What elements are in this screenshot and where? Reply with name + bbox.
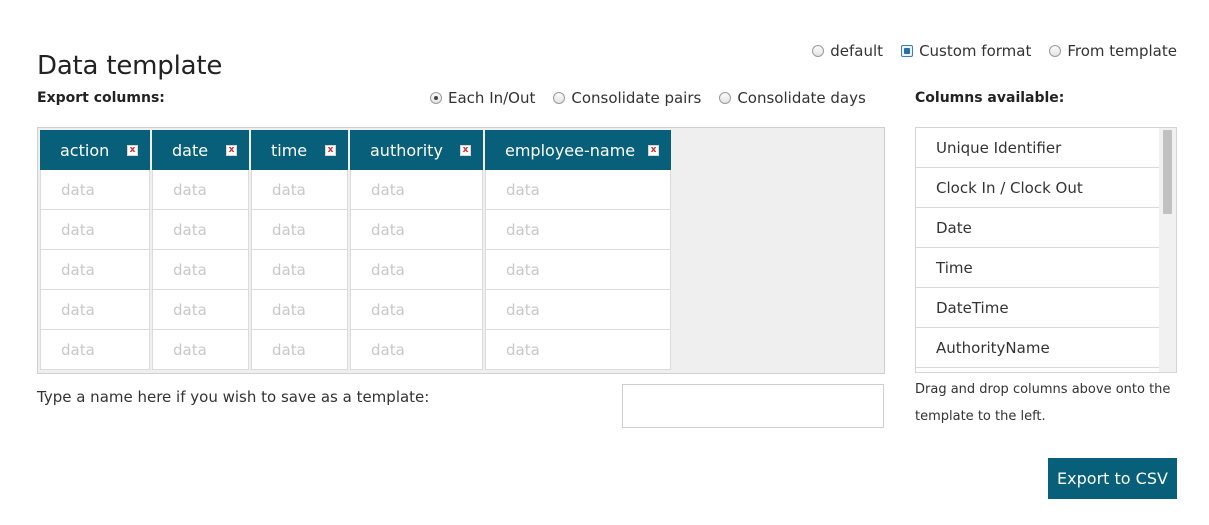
radio-button[interactable] — [812, 45, 825, 57]
drag-drop-hint: Drag and drop columns above onto the tem… — [915, 382, 1171, 424]
available-column-item[interactable]: DateTime — [916, 288, 1160, 328]
template-cell: data — [40, 210, 150, 250]
format-radio-group: default Custom format From template — [812, 42, 1177, 60]
radio-label: default — [830, 42, 884, 60]
radio-button[interactable] — [719, 92, 732, 104]
template-cell: data — [485, 290, 671, 330]
template-cell: data — [485, 250, 671, 290]
template-cell: data — [251, 250, 348, 290]
template-cell: data — [152, 330, 249, 370]
radio-button[interactable] — [430, 92, 442, 104]
mode-option-each-in-out[interactable]: Each In/Out — [430, 89, 535, 107]
template-cell: data — [152, 290, 249, 330]
format-option-default[interactable]: default — [812, 42, 883, 60]
remove-column-icon[interactable]: x — [127, 145, 138, 156]
export-mode-radio-group: Each In/Out Consolidate pairs Consolidat… — [430, 89, 866, 107]
template-column-date[interactable]: date x data data data data data — [152, 130, 251, 370]
template-cell: data — [40, 330, 150, 370]
template-column-employee-name[interactable]: employee-name x data data data data data — [485, 130, 671, 370]
export-csv-button[interactable]: Export to CSV — [1048, 458, 1177, 499]
template-cell: data — [485, 330, 671, 370]
available-column-item[interactable]: Unique Identifier — [916, 128, 1160, 168]
template-name-input[interactable] — [622, 384, 884, 428]
scrollbar-thumb[interactable] — [1163, 130, 1172, 214]
radio-button[interactable] — [553, 92, 566, 104]
column-header-label: time — [271, 140, 308, 160]
template-column-time[interactable]: time x data data data data data — [251, 130, 350, 370]
column-header-label: employee-name — [505, 140, 636, 160]
radio-label: Each In/Out — [448, 89, 536, 107]
template-cell: data — [251, 290, 348, 330]
available-column-item[interactable]: Clock In / Clock Out — [916, 168, 1160, 208]
mode-option-consolidate-pairs[interactable]: Consolidate pairs — [553, 89, 701, 107]
mode-option-consolidate-days[interactable]: Consolidate days — [719, 89, 866, 107]
export-columns-label: Export columns: — [37, 90, 165, 106]
available-column-item[interactable]: Date — [916, 208, 1160, 248]
remove-column-icon[interactable]: x — [648, 145, 659, 156]
format-option-template[interactable]: From template — [1049, 42, 1177, 60]
column-header[interactable]: authority x — [350, 130, 485, 170]
format-option-custom[interactable]: Custom format — [901, 42, 1031, 60]
column-header[interactable]: employee-name x — [485, 130, 671, 170]
template-cell: data — [485, 210, 671, 250]
remove-column-icon[interactable]: x — [226, 145, 237, 156]
column-header-label: action — [60, 140, 110, 160]
radio-label: Consolidate days — [737, 89, 866, 107]
template-column-authority[interactable]: authority x data data data data data — [350, 130, 485, 370]
radio-button[interactable] — [1049, 45, 1062, 57]
template-cell: data — [40, 170, 150, 210]
available-column-item[interactable]: AuthorityName — [916, 328, 1160, 368]
template-cell: data — [485, 170, 671, 210]
column-header[interactable]: action x — [40, 130, 152, 170]
column-header[interactable]: time x — [251, 130, 350, 170]
template-cell: data — [350, 330, 483, 370]
available-column-item[interactable]: Time — [916, 248, 1160, 288]
radio-label: Consolidate pairs — [571, 89, 702, 107]
template-cell: data — [152, 170, 249, 210]
column-header[interactable]: date x — [152, 130, 251, 170]
remove-column-icon[interactable]: x — [325, 145, 336, 156]
template-cell: data — [40, 290, 150, 330]
available-columns-list[interactable]: Unique Identifier Clock In / Clock Out D… — [915, 127, 1177, 373]
radio-label: Custom format — [919, 42, 1032, 60]
radio-button[interactable] — [901, 45, 914, 57]
column-header-label: date — [172, 140, 209, 160]
template-cell: data — [350, 210, 483, 250]
save-template-label: Type a name here if you wish to save as … — [37, 388, 430, 406]
template-cell: data — [40, 250, 150, 290]
column-header-label: authority — [370, 140, 443, 160]
template-cell: data — [251, 170, 348, 210]
template-cell: data — [350, 170, 483, 210]
template-cell: data — [152, 250, 249, 290]
list-scrollbar[interactable] — [1159, 128, 1176, 372]
radio-label: From template — [1067, 42, 1177, 60]
template-cell: data — [350, 250, 483, 290]
template-cell: data — [152, 210, 249, 250]
template-column-action[interactable]: action x data data data data data — [40, 130, 152, 370]
template-cell: data — [251, 330, 348, 370]
columns-available-label: Columns available: — [915, 90, 1065, 106]
remove-column-icon[interactable]: x — [460, 145, 471, 156]
template-drop-area[interactable]: action x data data data data data date x… — [37, 127, 885, 374]
template-cell: data — [350, 290, 483, 330]
page-title: Data template — [37, 51, 223, 82]
template-cell: data — [251, 210, 348, 250]
